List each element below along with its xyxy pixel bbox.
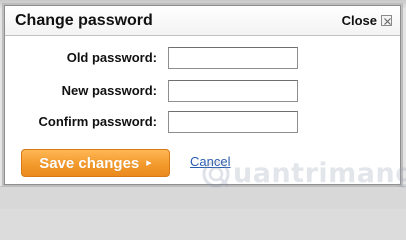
confirm-password-row: Confirm password: <box>5 111 400 133</box>
old-password-label: Old password: <box>66 50 157 65</box>
arrow-right-icon: ▸ <box>146 156 152 169</box>
dialog-title: Change password <box>15 12 153 29</box>
close-icon[interactable] <box>381 15 392 26</box>
change-password-dialog: Change password Close Old password: New … <box>4 5 406 189</box>
confirm-password-field[interactable] <box>168 111 298 133</box>
close-label: Close <box>341 13 377 28</box>
save-changes-button[interactable]: Save changes ▸ <box>21 149 170 177</box>
save-changes-label: Save changes <box>39 154 140 172</box>
old-password-row: Old password: <box>5 47 400 69</box>
dialog-titlebar: Change password Close <box>5 6 400 36</box>
new-password-row: New password: <box>5 80 400 102</box>
background-footer-strip <box>0 186 406 209</box>
confirm-password-label: Confirm password: <box>38 114 157 129</box>
close-button[interactable]: Close <box>342 13 392 28</box>
new-password-label: New password: <box>61 83 157 98</box>
new-password-field[interactable] <box>168 80 298 102</box>
old-password-field[interactable] <box>168 47 298 69</box>
cancel-link[interactable]: Cancel <box>190 154 230 169</box>
dialog-actions: Save changes ▸ Cancel <box>21 149 381 177</box>
